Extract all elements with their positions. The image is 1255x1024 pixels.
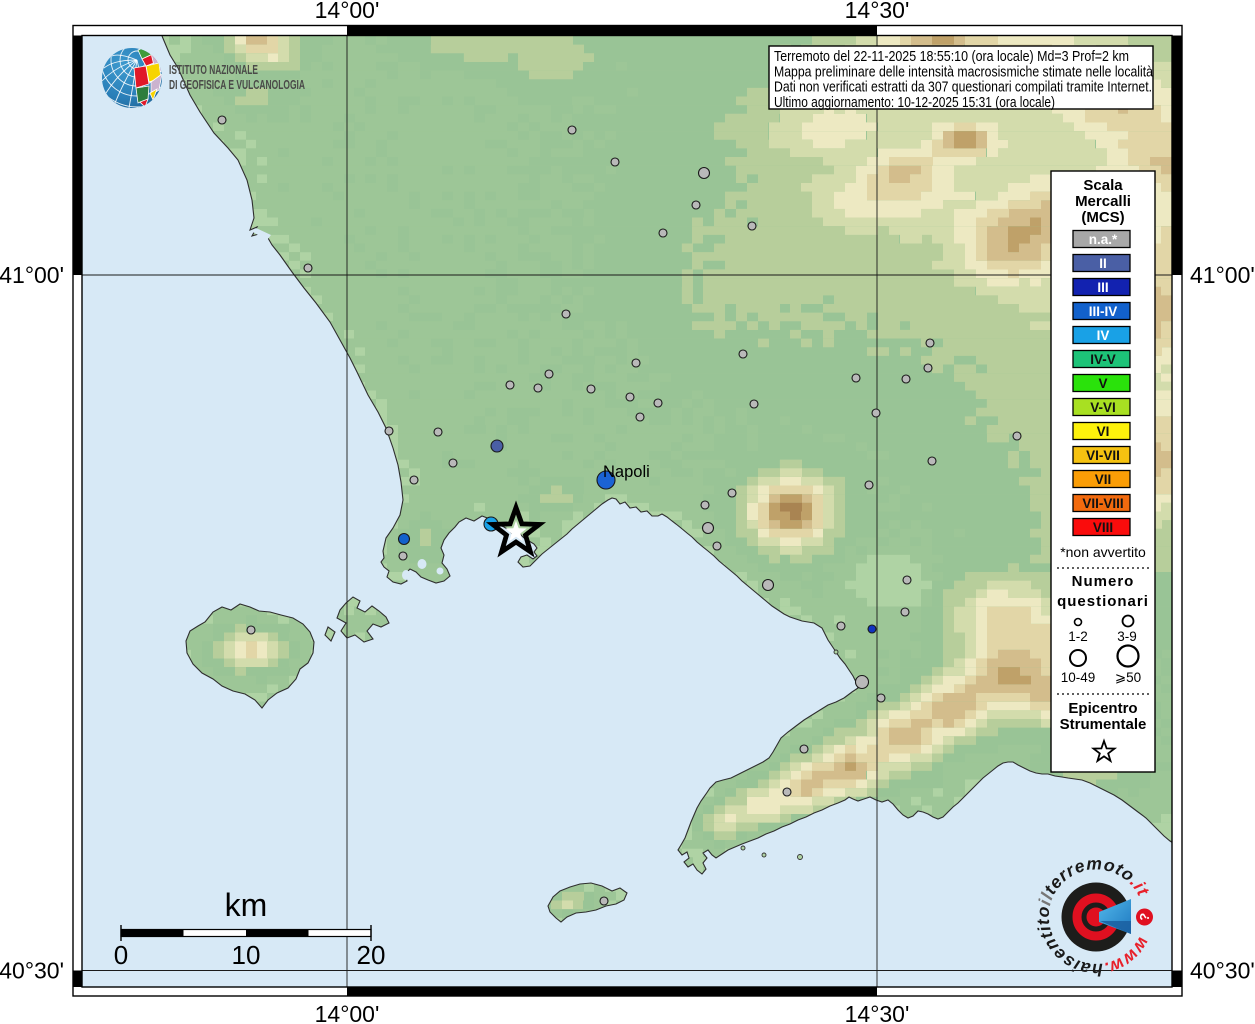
svg-text:II: II (1099, 256, 1107, 271)
svg-text:14°30': 14°30' (845, 1001, 910, 1024)
svg-text:VI-VII: VI-VII (1086, 448, 1120, 463)
svg-text:Mercalli: Mercalli (1075, 193, 1131, 210)
svg-text:V: V (1098, 376, 1107, 391)
svg-text:14°00': 14°00' (315, 1001, 380, 1024)
svg-text:Numero: Numero (1072, 573, 1135, 590)
svg-text:Dati non verificati estratti d: Dati non verificati estratti da 307 ques… (774, 80, 1152, 96)
svg-text:10: 10 (232, 940, 261, 970)
svg-text:⩾50: ⩾50 (1115, 670, 1141, 685)
svg-text:km: km (225, 887, 268, 923)
svg-text:Terremoto del 22-11-2025 18:55: Terremoto del 22-11-2025 18:55:10 (ora l… (774, 49, 1129, 65)
svg-text:41°00': 41°00' (1190, 262, 1255, 288)
svg-text:questionari: questionari (1057, 593, 1149, 610)
svg-text:Mappa preliminare delle intens: Mappa preliminare delle intensità macros… (774, 64, 1153, 80)
svg-text:14°00': 14°00' (315, 0, 380, 23)
svg-text:41°00': 41°00' (0, 262, 64, 288)
svg-text:III: III (1097, 280, 1108, 295)
svg-text:40°30': 40°30' (1190, 958, 1255, 984)
svg-text:40°30': 40°30' (0, 958, 64, 984)
svg-text:IV: IV (1097, 328, 1110, 343)
svg-text:VIII: VIII (1093, 520, 1113, 535)
svg-text:(MCS): (MCS) (1081, 209, 1124, 226)
svg-text:VI: VI (1097, 424, 1110, 439)
svg-text:Ultimo aggiornamento: 10-12-20: Ultimo aggiornamento: 10-12-2025 15:31 (… (774, 95, 1055, 111)
svg-text:Napoli: Napoli (603, 463, 650, 481)
svg-text:3-9: 3-9 (1117, 629, 1137, 644)
svg-text:14°30': 14°30' (845, 0, 910, 23)
svg-text:III-IV: III-IV (1089, 304, 1118, 319)
svg-text:20: 20 (357, 940, 386, 970)
svg-text:VII-VIII: VII-VIII (1082, 496, 1123, 511)
svg-text:Strumentale: Strumentale (1060, 716, 1147, 733)
svg-text:Scala: Scala (1083, 177, 1123, 194)
svg-text:VII: VII (1095, 472, 1112, 487)
svg-text:1-2: 1-2 (1068, 629, 1088, 644)
svg-text:Epicentro: Epicentro (1068, 700, 1137, 717)
svg-text:0: 0 (114, 940, 128, 970)
svg-text:V-VI: V-VI (1090, 400, 1116, 415)
svg-text:ISTITUTO NAZIONALE: ISTITUTO NAZIONALE (169, 62, 258, 77)
svg-text:10-49: 10-49 (1061, 670, 1096, 685)
svg-text:DI GEOFISICA E VULCANOLOGIA: DI GEOFISICA E VULCANOLOGIA (169, 77, 305, 92)
svg-text:n.a.*: n.a.* (1089, 232, 1118, 247)
svg-text:IV-V: IV-V (1090, 352, 1116, 367)
svg-text:*non avvertito: *non avvertito (1060, 544, 1146, 560)
